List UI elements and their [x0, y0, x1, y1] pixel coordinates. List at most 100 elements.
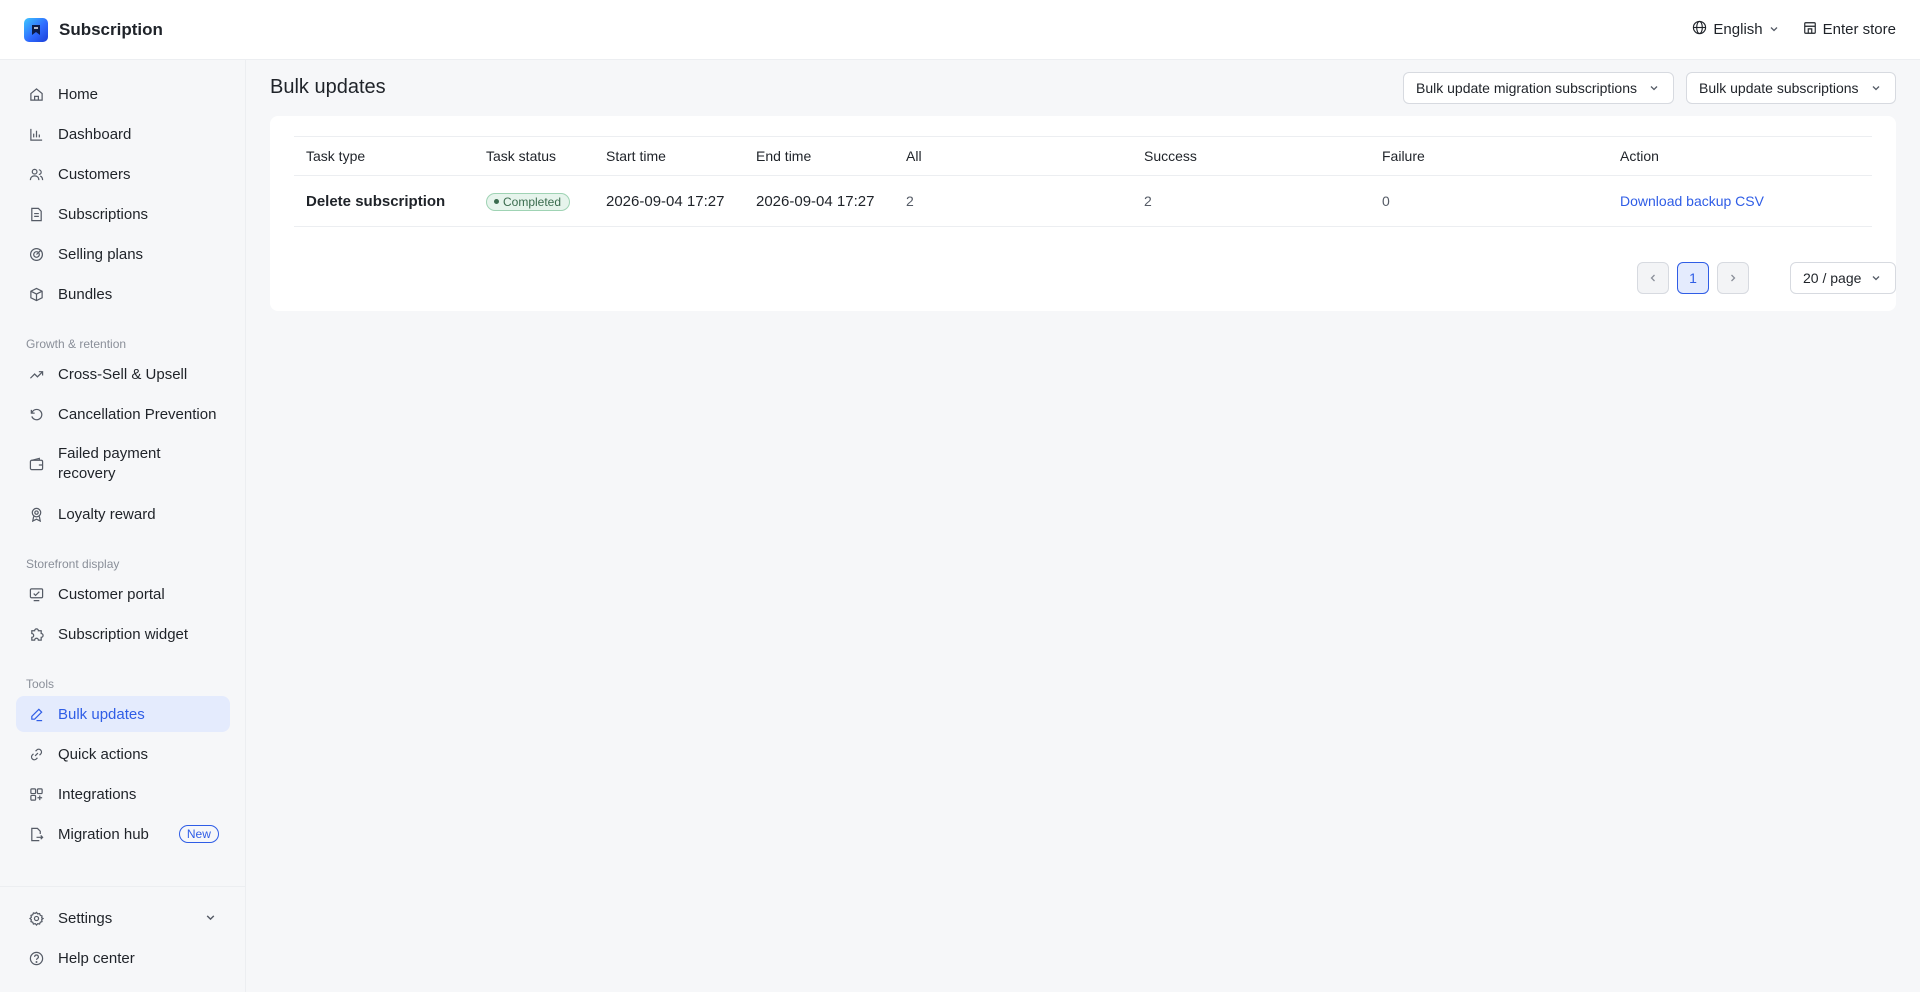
task-type-cell: Delete subscription	[306, 192, 446, 210]
trending-up-icon	[28, 366, 44, 382]
sidebar-item-subscriptions[interactable]: Subscriptions	[16, 196, 230, 232]
chevron-left-icon	[1648, 270, 1658, 286]
sidebar-item-failed-payment-recovery[interactable]: Failed payment recovery	[16, 440, 230, 488]
bulk-update-subscriptions-button[interactable]: Bulk update subscriptions	[1686, 72, 1896, 104]
sidebar-item-label: Integrations	[58, 785, 137, 803]
language-selector[interactable]: English	[1692, 20, 1778, 39]
column-header: Failure	[1382, 148, 1425, 164]
sidebar-item-label: Loyalty reward	[58, 505, 156, 523]
column-header: Action	[1620, 148, 1659, 164]
page-size-label: 20 / page	[1803, 270, 1862, 286]
top-bar: Subscription English Enter store	[0, 0, 1920, 60]
all-count-cell: 2	[906, 193, 914, 209]
column-header: Success	[1144, 148, 1197, 164]
sidebar-item-label: Selling plans	[58, 245, 144, 263]
sidebar-item-label: Bulk updates	[58, 705, 145, 723]
sidebar-item-label: Home	[58, 85, 99, 103]
table-header: Task type Task status Start time End tim…	[294, 136, 1872, 176]
award-icon	[28, 506, 44, 522]
sidebar-item-settings[interactable]: Settings	[16, 900, 230, 936]
download-backup-csv-link[interactable]: Download backup CSV	[1608, 193, 1764, 209]
sidebar-item-home[interactable]: Home	[16, 76, 230, 112]
status-badge: Completed	[486, 192, 571, 211]
column-header: Start time	[606, 148, 666, 164]
chevron-down-icon	[1871, 80, 1881, 96]
sidebar-item-label: Settings	[58, 909, 113, 927]
sidebar-item-subscription-widget[interactable]: Subscription widget	[16, 616, 230, 652]
package-icon	[28, 286, 44, 302]
column-header: All	[906, 148, 922, 164]
enter-store-button[interactable]: Enter store	[1803, 21, 1896, 39]
bar-chart-icon	[28, 126, 44, 142]
failure-count-cell: 0	[1382, 193, 1390, 209]
sidebar-item-label: Customer portal	[58, 585, 165, 603]
sidebar-item-label: Subscriptions	[58, 205, 149, 223]
sidebar-item-label: Cancellation Prevention	[58, 405, 217, 423]
status-dot-icon	[494, 199, 499, 205]
success-count-cell: 2	[1144, 193, 1152, 209]
sidebar-item-label: Help center	[58, 949, 135, 967]
file-export-icon	[28, 826, 44, 842]
button-label: Bulk update migration subscriptions	[1416, 80, 1638, 96]
language-label: English	[1713, 21, 1763, 38]
section-label-growth: Growth & retention	[26, 337, 127, 351]
sidebar-item-bulk-updates[interactable]: Bulk updates	[16, 696, 230, 732]
rotate-ccw-icon	[28, 406, 44, 422]
link-icon	[28, 746, 44, 762]
gear-icon	[28, 910, 44, 926]
sidebar-item-bundles[interactable]: Bundles	[16, 276, 230, 312]
sidebar-divider	[0, 886, 245, 887]
sidebar-item-integrations[interactable]: Integrations	[16, 776, 230, 812]
sidebar-item-customers[interactable]: Customers	[16, 156, 230, 192]
store-icon	[1803, 21, 1817, 39]
new-badge: New	[178, 825, 219, 843]
sidebar-item-label: Dashboard	[58, 125, 132, 143]
sidebar-item-quick-actions[interactable]: Quick actions	[16, 736, 230, 772]
sidebar-item-label: Failed payment recovery	[58, 445, 161, 482]
chevron-down-icon	[1871, 270, 1881, 286]
document-icon	[28, 206, 44, 222]
sidebar: Home Dashboard Customers Subscriptions S…	[0, 60, 246, 992]
section-label-storefront: Storefront display	[26, 557, 120, 571]
users-icon	[28, 166, 44, 182]
sidebar-item-label: Bundles	[58, 285, 113, 303]
status-label: Completed	[503, 194, 562, 209]
bulk-updates-card: Task type Task status Start time End tim…	[270, 116, 1896, 311]
sidebar-item-cross-sell[interactable]: Cross-Sell & Upsell	[16, 356, 230, 392]
page-size-select[interactable]: 20 / page	[1790, 262, 1896, 294]
sidebar-item-dashboard[interactable]: Dashboard	[16, 116, 230, 152]
start-time-cell: 2026-09-04 17:27	[606, 192, 725, 210]
sidebar-item-selling-plans[interactable]: Selling plans	[16, 236, 230, 272]
task-status-cell: Completed	[474, 191, 571, 211]
chevron-down-icon	[1769, 21, 1779, 38]
wallet-icon	[28, 456, 44, 472]
sidebar-item-help-center[interactable]: Help center	[16, 940, 230, 976]
column-header: Task status	[486, 148, 557, 164]
next-page-button[interactable]	[1717, 262, 1749, 294]
page-1-button[interactable]: 1	[1677, 262, 1709, 294]
chevron-down-icon	[205, 910, 216, 927]
prev-page-button[interactable]	[1637, 262, 1669, 294]
end-time-cell: 2026-09-04 17:27	[756, 192, 875, 210]
table-row: Delete subscription Completed 2026-09-04…	[294, 176, 1872, 227]
sidebar-item-cancellation-prevention[interactable]: Cancellation Prevention	[16, 396, 230, 432]
sidebar-item-label: Subscription widget	[58, 625, 189, 643]
bulk-update-migration-button[interactable]: Bulk update migration subscriptions	[1403, 72, 1674, 104]
enter-store-label: Enter store	[1822, 21, 1896, 38]
edit-icon	[28, 706, 44, 722]
sidebar-item-loyalty-reward[interactable]: Loyalty reward	[16, 496, 230, 532]
globe-icon	[1692, 20, 1707, 39]
sidebar-item-customer-portal[interactable]: Customer portal	[16, 576, 230, 612]
button-label: Bulk update subscriptions	[1699, 80, 1859, 96]
sidebar-item-label: Cross-Sell & Upsell	[58, 365, 188, 383]
column-header: End time	[756, 148, 812, 164]
monitor-icon	[28, 586, 44, 602]
sidebar-item-label: Quick actions	[58, 745, 149, 763]
chevron-right-icon	[1728, 270, 1738, 286]
sidebar-item-migration-hub[interactable]: Migration hub New	[16, 816, 230, 852]
app-title: Subscription	[59, 19, 163, 39]
column-header: Task type	[306, 148, 366, 164]
app-logo-icon	[24, 17, 48, 42]
grid-icon	[28, 786, 44, 802]
puzzle-icon	[28, 626, 44, 642]
